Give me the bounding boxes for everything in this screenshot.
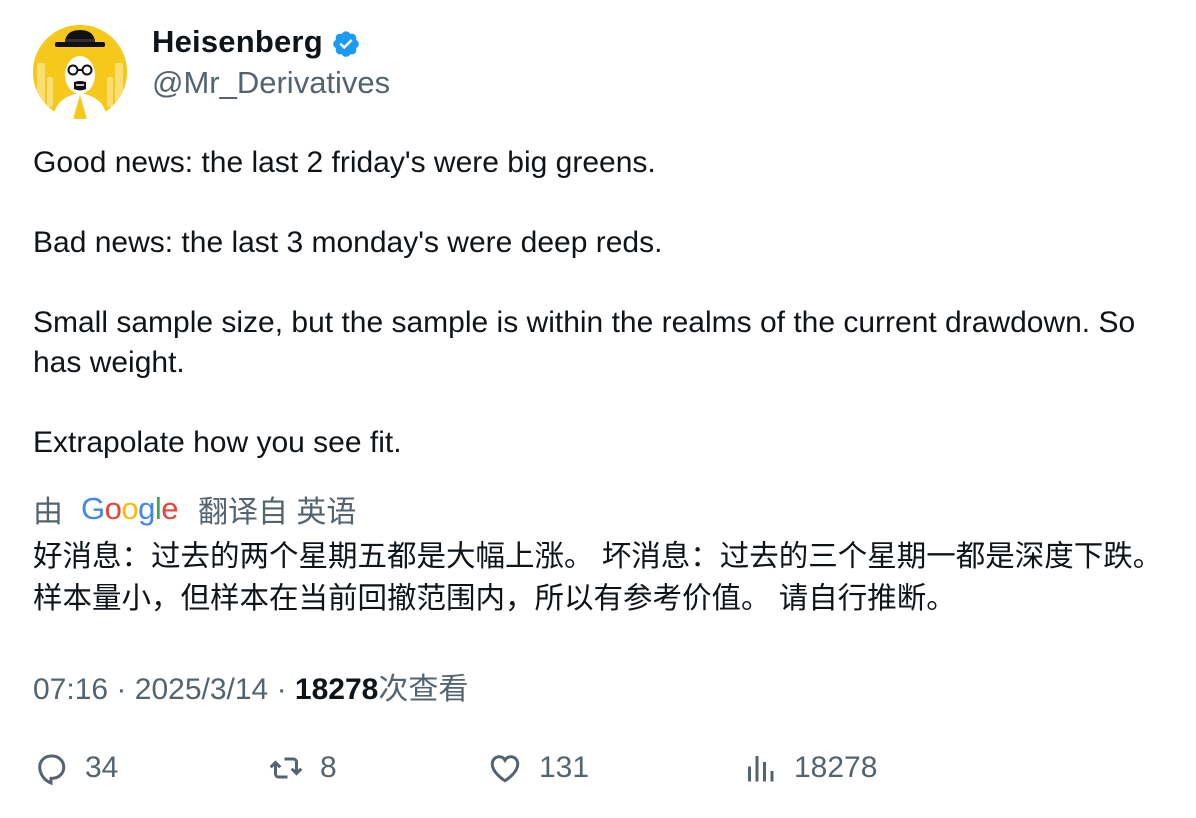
tweet-paragraph [33, 183, 1183, 223]
reply-button[interactable]: 34 [33, 750, 118, 786]
translation-attribution[interactable]: 由 Google 翻译自 英语 [33, 489, 356, 529]
action-bar: 34 8 131 18278 [33, 750, 1183, 796]
tweet-time[interactable]: 07:16 [33, 673, 108, 706]
display-name[interactable]: Heisenberg [152, 24, 323, 60]
avatar[interactable] [33, 25, 127, 119]
tweet-text: Good news: the last 2 friday's were big … [33, 143, 1183, 463]
retweet-button[interactable]: 8 [268, 750, 337, 786]
tweet-date[interactable]: 2025/3/14 [135, 673, 268, 706]
tweet-paragraph [33, 263, 1183, 303]
author-names: Heisenberg @Mr_Derivatives [152, 24, 390, 121]
google-logo: Google [81, 491, 179, 526]
reply-count: 34 [85, 751, 119, 784]
tweet-meta: 07:16 · 2025/3/14 · 18278次查看 [33, 664, 468, 708]
reply-icon [38, 754, 66, 786]
like-button[interactable]: 131 [487, 750, 589, 786]
views-button[interactable]: 18278 [742, 750, 877, 786]
tweet-card: Heisenberg @Mr_Derivatives Good news: th… [0, 0, 1196, 818]
translated-from-label: 翻译自 英语 [198, 496, 357, 529]
verified-badge-icon[interactable] [331, 29, 361, 59]
views-action-count: 18278 [794, 751, 878, 784]
translated-by-label: 由 [33, 496, 63, 529]
tweet-paragraph: Small sample size, but the sample is wit… [33, 306, 1144, 379]
like-count: 131 [539, 751, 590, 784]
views-count: 18278 [294, 673, 379, 706]
tweet-paragraph [33, 383, 1183, 423]
meta-separator: · [276, 673, 287, 706]
translated-text: 好消息：过去的两个星期五都是大幅上涨。 坏消息：过去的三个星期一都是深度下跌。 … [33, 540, 1163, 615]
tweet-paragraph: Good news: the last 2 friday's were big … [33, 146, 656, 179]
heisenberg-avatar-icon [33, 25, 127, 119]
analytics-icon [748, 756, 774, 782]
display-name-row: Heisenberg [152, 24, 390, 60]
retweet-count: 8 [320, 751, 337, 784]
tweet-paragraph: Extrapolate how you see fit. [33, 426, 402, 459]
retweet-icon [269, 757, 303, 779]
tweet-header: Heisenberg @Mr_Derivatives [33, 24, 390, 121]
heart-icon [490, 755, 520, 783]
author-handle[interactable]: @Mr_Derivatives [152, 65, 390, 101]
tweet-paragraph: Bad news: the last 3 monday's were deep … [33, 226, 663, 259]
views-label: 次查看 [378, 673, 469, 706]
meta-separator: · [116, 673, 127, 706]
